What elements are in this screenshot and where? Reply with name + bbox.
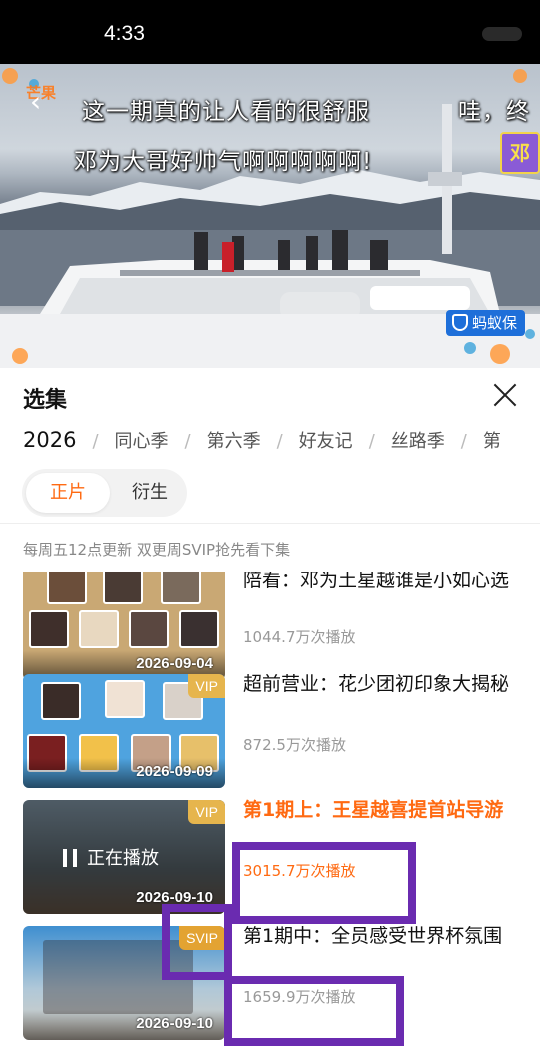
thumbnail-face: [129, 610, 169, 648]
episode-date: 2026-09-10: [136, 1015, 213, 1032]
divider: /: [368, 431, 375, 452]
thumbnail-face: [41, 682, 81, 720]
highlight-box: [224, 976, 404, 1046]
list-item[interactable]: VIP 2026-09-09 超前营业：花少团初印象大揭秘 872.5万次播放: [0, 672, 540, 788]
ant-insurance-label: 蚂蚁保: [472, 314, 518, 332]
tab-derivative[interactable]: 衍生: [118, 473, 182, 513]
tab-season-tongxin[interactable]: 同心季: [115, 427, 169, 453]
divider: /: [92, 431, 99, 452]
ant-shield-icon: [452, 314, 468, 331]
episode-thumbnail[interactable]: VIP 2026-09-09: [23, 674, 225, 788]
camera-cutout: [482, 27, 522, 41]
app-screen: 4:33 芒果 ‹ 这一期真的让人看的很舒服 哇，终 邓为大哥好帅气啊啊啊啊啊!…: [0, 0, 540, 1048]
thumbnail-face: [179, 610, 219, 648]
status-bar: 4:33: [0, 0, 540, 64]
panel-title: 选集: [23, 388, 68, 413]
content-type-switch: 正片 衍生: [22, 469, 187, 517]
danmaku-comment: 这一期真的让人看的很舒服: [82, 99, 370, 125]
pause-icon: [63, 849, 77, 867]
close-icon[interactable]: [490, 380, 520, 410]
danmaku-comment: 哇，终: [458, 99, 530, 125]
vip-badge: VIP: [188, 800, 225, 824]
vip-badge: VIP: [188, 674, 225, 698]
update-notice: 每周五12点更新 双更周SVIP抢先看下集: [23, 541, 291, 559]
highlight-box: [162, 904, 232, 980]
divider: /: [184, 431, 191, 452]
now-playing-label: 正在播放: [87, 848, 159, 869]
season-tabs: 2026 / 同心季 / 第六季 / 好友记 / 丝路季 / 第: [23, 427, 501, 457]
thumbnail-face: [79, 610, 119, 648]
divider: /: [276, 431, 283, 452]
episode-title[interactable]: 超前营业：花少团初印象大揭秘: [243, 672, 523, 697]
episode-date: 2026-09-09: [136, 763, 213, 780]
status-time: 4:33: [104, 22, 145, 45]
episode-title[interactable]: 第1期中：全员感受世界杯氛围: [243, 924, 523, 949]
episode-thumbnail[interactable]: VIP 正在播放 2026-09-10: [23, 800, 225, 914]
tab-main-episodes[interactable]: 正片: [26, 473, 110, 513]
episode-thumbnail[interactable]: 2026-09-04: [23, 572, 225, 680]
divider: /: [460, 431, 467, 452]
list-item[interactable]: 2026-09-04 陪看：邓为土星越谁是小如心选 1044.7万次播放: [0, 572, 540, 680]
episode-title[interactable]: 陪看：邓为土星越谁是小如心选: [243, 572, 523, 593]
episode-title[interactable]: 第1期上：王星越喜提首站导游: [243, 798, 523, 823]
tab-season-silkroad[interactable]: 丝路季: [391, 427, 445, 453]
tab-season-more[interactable]: 第: [483, 427, 501, 453]
thumbnail-face: [103, 572, 143, 604]
episode-date: 2026-09-04: [136, 655, 213, 672]
tab-season-six[interactable]: 第六季: [207, 427, 261, 453]
ant-insurance-badge[interactable]: 蚂蚁保: [446, 310, 526, 336]
episode-plays: 1044.7万次播放: [243, 628, 356, 646]
danmaku-comment: 邓为大哥好帅气啊啊啊啊啊!: [74, 149, 373, 175]
character-sticker: 邓: [500, 132, 540, 174]
tab-season-2026[interactable]: 2026: [23, 428, 76, 452]
thumbnail-face: [47, 572, 87, 604]
divider-line: [0, 523, 540, 524]
thumbnail-face: [29, 610, 69, 648]
tab-season-friends[interactable]: 好友记: [299, 427, 353, 453]
episode-panel: 选集 2026 / 同心季 / 第六季 / 好友记 / 丝路季 / 第 正片 衍生 每周五12点更新…: [0, 368, 540, 1048]
episode-plays: 872.5万次播放: [243, 736, 346, 754]
video-player[interactable]: 芒果 ‹ 这一期真的让人看的很舒服 哇，终 邓为大哥好帅气啊啊啊啊啊! 邓 蚂蚁…: [0, 64, 540, 368]
now-playing-indicator: 正在播放: [63, 844, 159, 870]
highlight-box: [232, 842, 416, 924]
back-arrow-icon[interactable]: ‹: [30, 88, 41, 116]
thumbnail-face: [161, 572, 201, 604]
thumbnail-face: [105, 680, 145, 718]
